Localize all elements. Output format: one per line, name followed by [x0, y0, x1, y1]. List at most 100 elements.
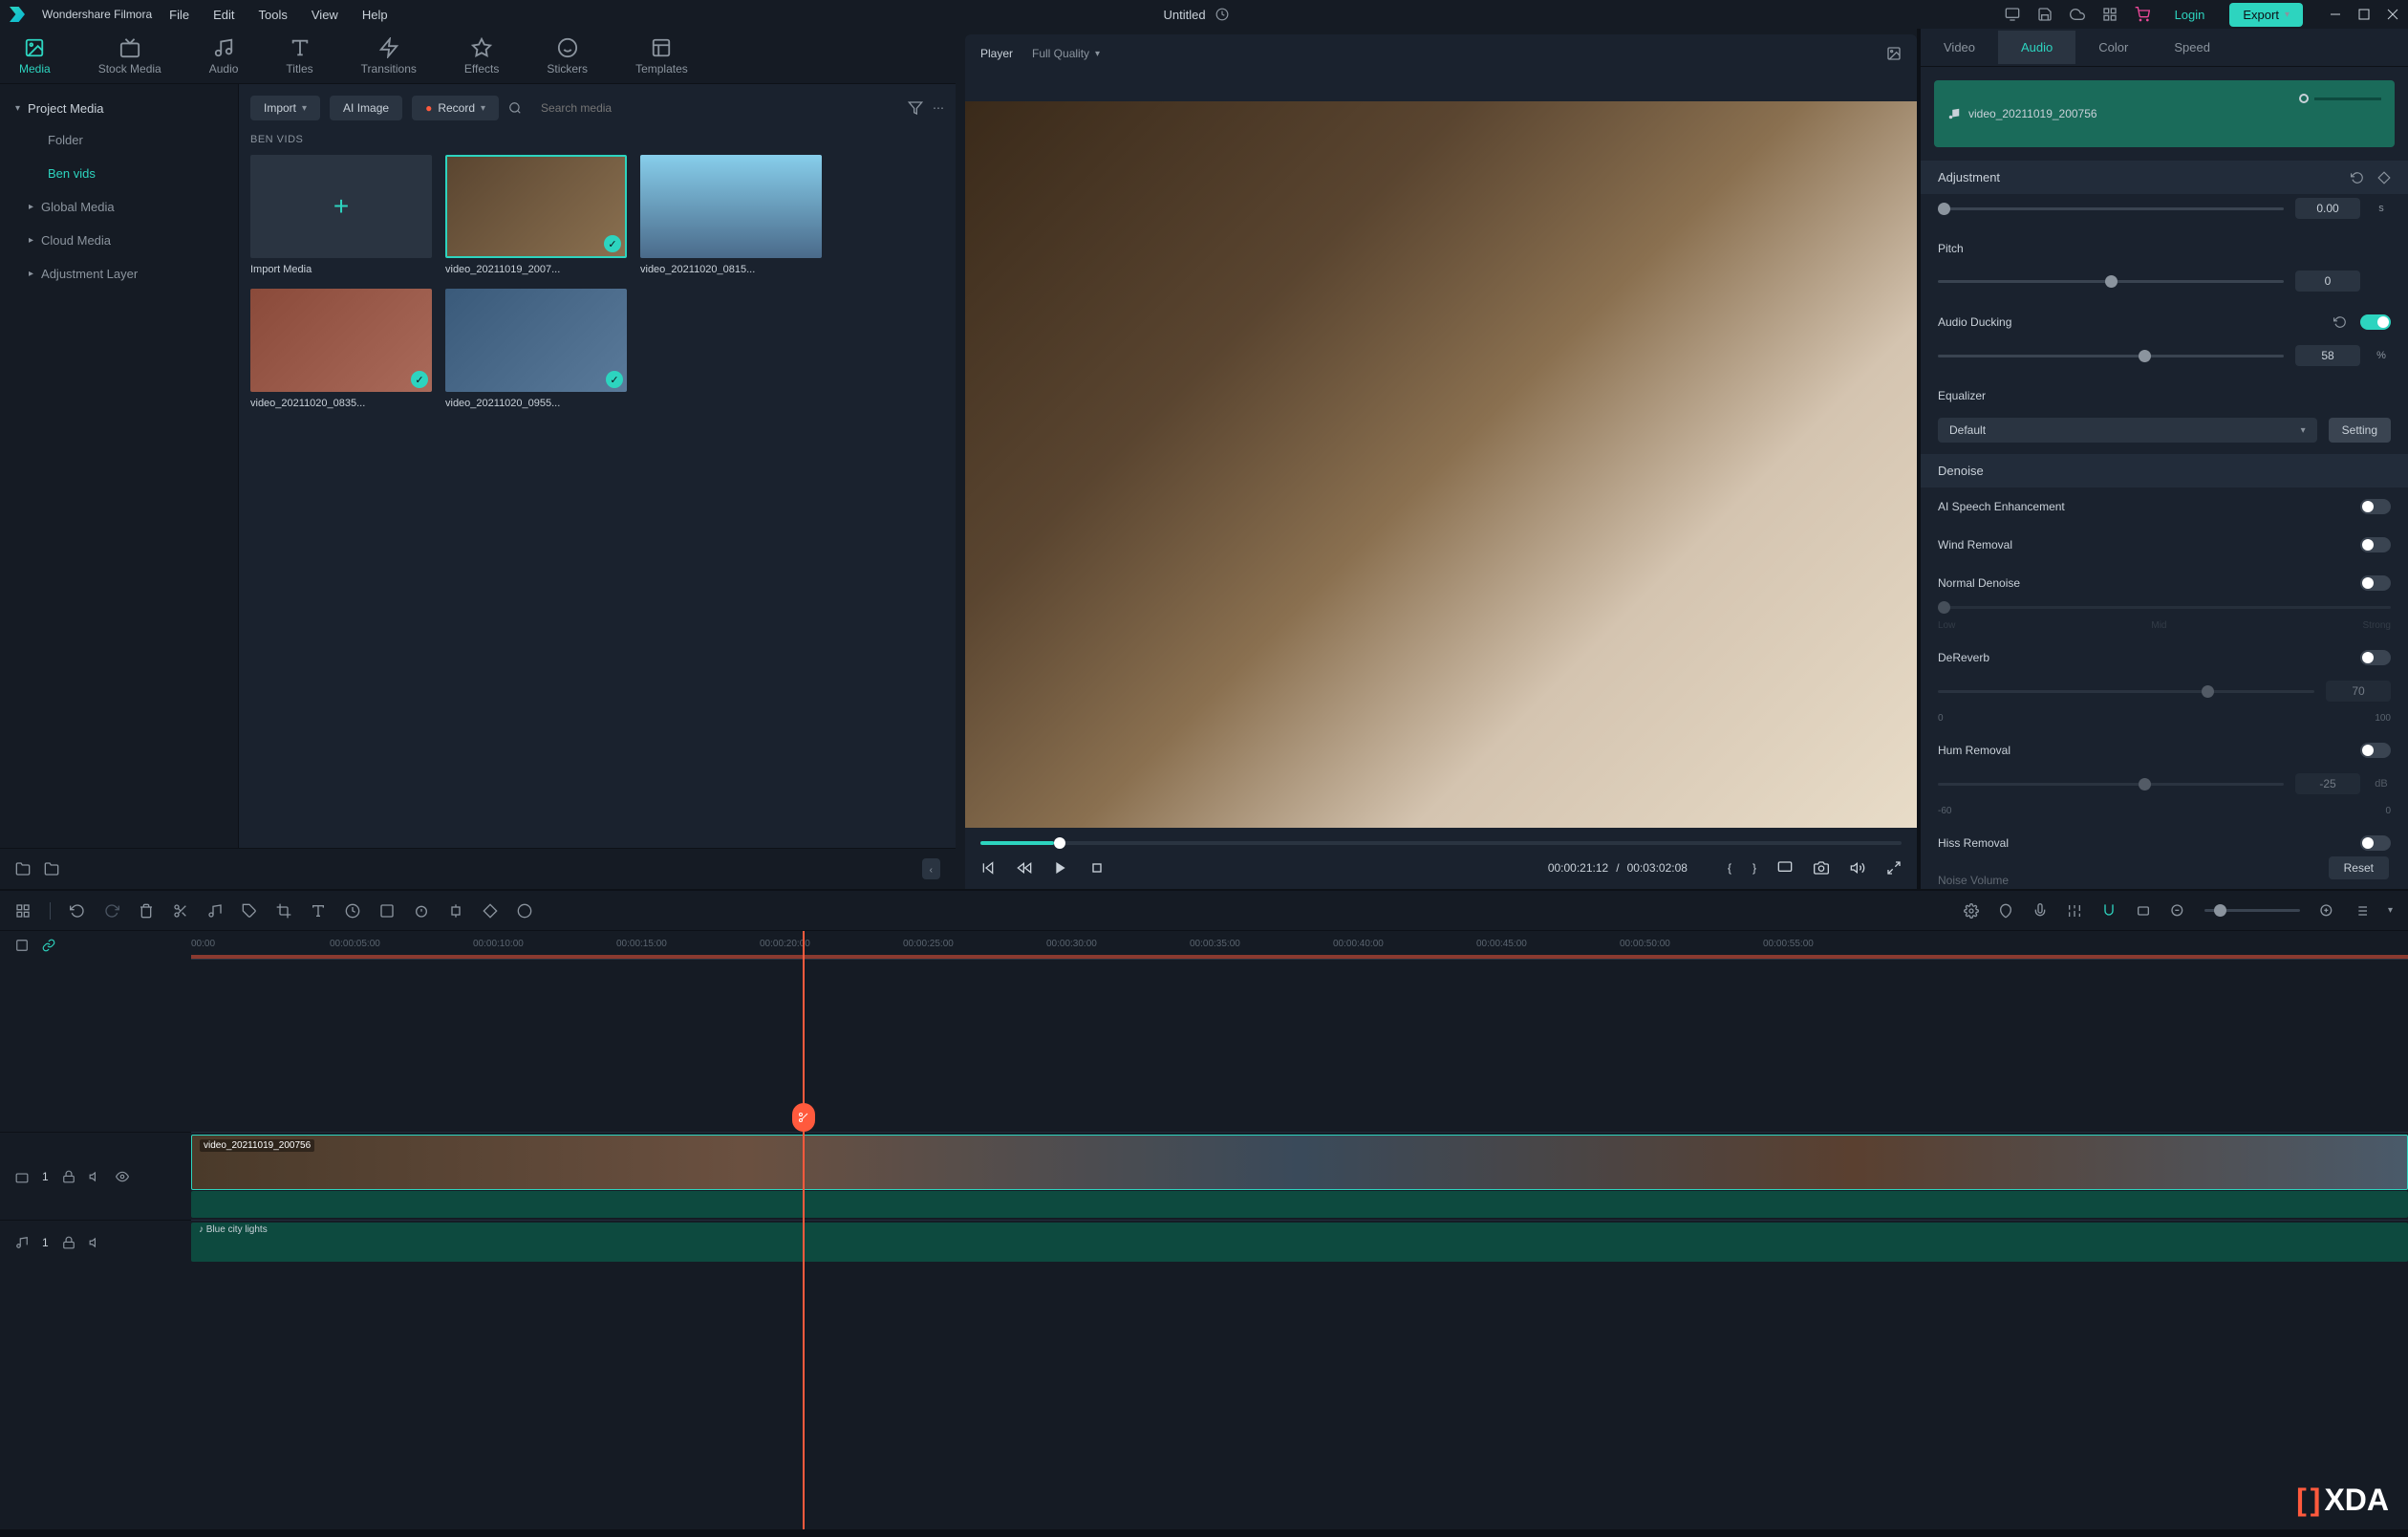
sidebar-item-cloud-media[interactable]: ▸Cloud Media [0, 224, 238, 257]
mic-icon[interactable] [2032, 903, 2048, 919]
right-tab-color[interactable]: Color [2075, 31, 2151, 64]
login-button[interactable]: Login [2167, 4, 2213, 26]
display-icon[interactable] [1777, 860, 1793, 876]
tab-stickers[interactable]: Stickers [547, 37, 588, 76]
lock-icon[interactable] [62, 1170, 75, 1183]
wind-toggle[interactable] [2360, 537, 2391, 552]
video-clip[interactable]: video_20211019_200756 [191, 1135, 2408, 1190]
eye-icon[interactable] [116, 1170, 129, 1183]
tab-stock-media[interactable]: Stock Media [98, 37, 161, 76]
fade-slider[interactable] [1938, 207, 2284, 210]
picture-icon[interactable] [1886, 46, 1902, 61]
collapse-sidebar-button[interactable]: ‹ [922, 858, 940, 879]
minimize-icon[interactable] [2330, 9, 2341, 20]
search-input[interactable] [531, 96, 898, 120]
crop-icon[interactable] [276, 903, 291, 919]
right-tab-audio[interactable]: Audio [1998, 31, 2075, 64]
step-back-icon[interactable] [1017, 860, 1032, 876]
menu-tools[interactable]: Tools [259, 8, 288, 22]
cart-icon[interactable] [2135, 7, 2150, 22]
ducking-value[interactable]: 58 [2295, 345, 2360, 366]
dereverb-slider[interactable] [1938, 690, 2314, 693]
tab-templates[interactable]: Templates [635, 37, 688, 76]
media-item[interactable]: ✓ video_20211020_0835... [250, 289, 432, 409]
zoom-in-icon[interactable] [2319, 903, 2334, 919]
zoom-out-icon[interactable] [2170, 903, 2185, 919]
tab-titles[interactable]: Titles [286, 37, 312, 76]
import-button[interactable]: Import▾ [250, 96, 320, 120]
import-media-tile[interactable]: + Import Media [250, 155, 432, 275]
apps-icon[interactable] [2102, 7, 2118, 22]
more-icon[interactable]: ⋯ [933, 101, 944, 115]
quality-dropdown[interactable]: Full Quality▾ [1032, 47, 1100, 60]
reset-icon[interactable] [2333, 315, 2347, 329]
audio-track[interactable]: ♪ Blue city lights [191, 1220, 2408, 1264]
mixer-icon[interactable] [2067, 903, 2082, 919]
fade-value[interactable]: 0.00 [2295, 198, 2360, 219]
sidebar-item-adjustment-layer[interactable]: ▸Adjustment Layer [0, 257, 238, 291]
filter-icon[interactable] [908, 100, 923, 116]
eq-preset-dropdown[interactable]: Default▾ [1938, 418, 2317, 443]
menu-edit[interactable]: Edit [213, 8, 234, 22]
play-icon[interactable] [1053, 860, 1068, 876]
menu-help[interactable]: Help [362, 8, 388, 22]
dereverb-value[interactable]: 70 [2326, 681, 2391, 702]
keyframe-icon[interactable] [2377, 171, 2391, 184]
ai-speech-toggle[interactable] [2360, 499, 2391, 514]
tag-icon[interactable] [242, 903, 257, 919]
ducking-slider[interactable] [1938, 355, 2284, 357]
prev-frame-icon[interactable] [980, 860, 996, 876]
adjustment-header[interactable]: Adjustment [1921, 161, 2408, 194]
reset-button[interactable]: Reset [2329, 856, 2389, 879]
ai-icon[interactable] [517, 903, 532, 919]
right-tab-speed[interactable]: Speed [2151, 31, 2233, 64]
zoom-slider[interactable] [2204, 909, 2300, 912]
right-tab-video[interactable]: Video [1921, 31, 1998, 64]
playhead-handle[interactable] [792, 1103, 815, 1132]
lock-icon[interactable] [62, 1236, 75, 1249]
pitch-value[interactable]: 0 [2295, 271, 2360, 292]
playhead[interactable] [803, 931, 805, 1529]
undo-icon[interactable] [70, 903, 85, 919]
timeline-ruler[interactable]: 00:00 00:00:05:00 00:00:10:00 00:00:15:0… [191, 931, 2408, 960]
text-icon[interactable] [311, 903, 326, 919]
reset-icon[interactable] [2351, 171, 2364, 184]
video-track[interactable]: video_20211019_200756 [191, 1132, 2408, 1220]
save-icon[interactable] [2037, 7, 2053, 22]
seek-thumb[interactable] [1054, 837, 1065, 849]
close-icon[interactable] [2387, 9, 2398, 20]
audio-clip[interactable]: ♪ Blue city lights [191, 1223, 2408, 1262]
mute-icon[interactable] [89, 1170, 102, 1183]
effects-icon[interactable] [483, 903, 498, 919]
hum-toggle[interactable] [2360, 743, 2391, 758]
video-preview[interactable] [965, 101, 1917, 828]
redo-icon[interactable] [104, 903, 119, 919]
media-item[interactable]: ✓ video_20211019_2007... [445, 155, 627, 275]
audio-detach-icon[interactable] [207, 903, 223, 919]
ai-image-button[interactable]: AI Image [330, 96, 402, 120]
fullscreen-icon[interactable] [1886, 860, 1902, 876]
tab-audio[interactable]: Audio [209, 37, 239, 76]
mark-in-icon[interactable]: { [1728, 861, 1731, 875]
sidebar-item-folder[interactable]: Folder [0, 123, 238, 157]
tab-effects[interactable]: Effects [464, 37, 499, 76]
ducking-toggle[interactable] [2360, 314, 2391, 330]
color-icon[interactable] [379, 903, 395, 919]
delete-icon[interactable] [139, 903, 154, 919]
seek-bar[interactable] [980, 841, 1902, 845]
denoise-header[interactable]: Denoise [1921, 454, 2408, 487]
media-item[interactable]: ✓ video_20211020_0955... [445, 289, 627, 409]
gear-icon[interactable] [1964, 903, 1979, 919]
layout-icon[interactable] [15, 903, 31, 919]
hum-value[interactable]: -25 [2295, 773, 2360, 794]
tab-transitions[interactable]: Transitions [361, 37, 417, 76]
sidebar-item-global-media[interactable]: ▸Global Media [0, 190, 238, 224]
view-options-icon[interactable] [2354, 903, 2369, 919]
more-timeline-icon[interactable]: ▾ [2388, 905, 2393, 916]
pitch-slider[interactable] [1938, 280, 2284, 283]
link-icon[interactable] [2136, 903, 2151, 919]
monitor-icon[interactable] [2005, 7, 2020, 22]
link-track-icon[interactable] [42, 939, 55, 952]
timer-icon[interactable] [414, 903, 429, 919]
tab-media[interactable]: Media [19, 37, 51, 76]
